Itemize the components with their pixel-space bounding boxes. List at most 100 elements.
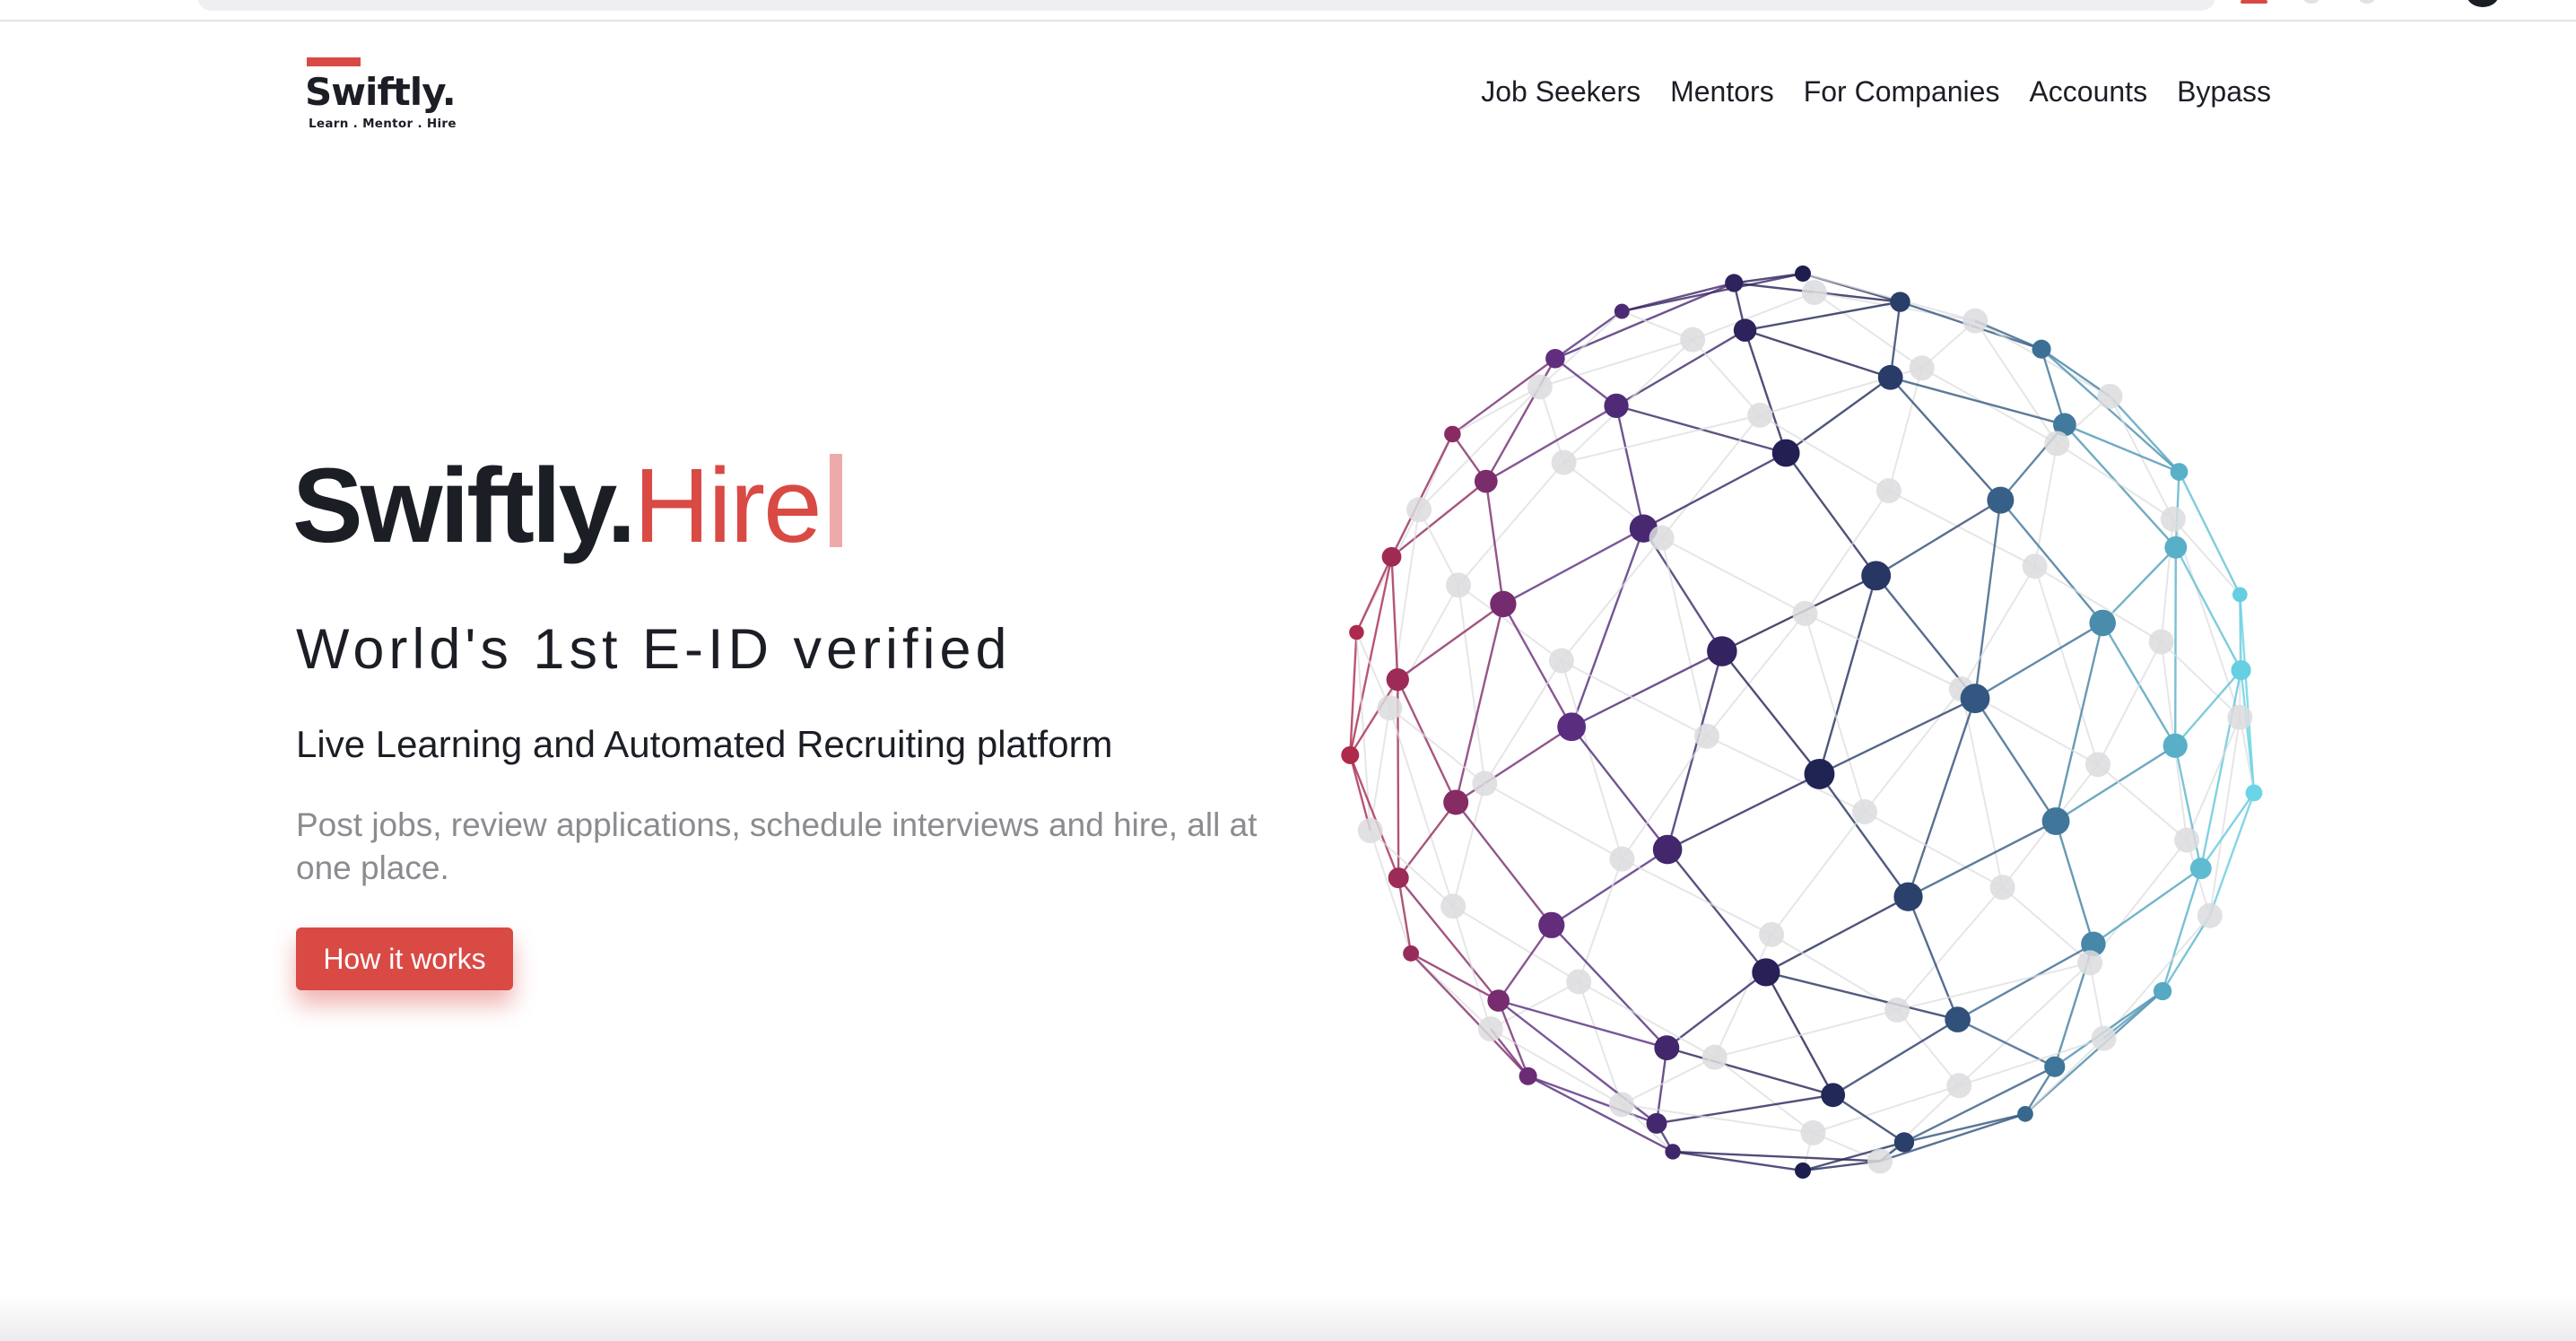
network-node [1890, 292, 1910, 312]
network-node [1386, 667, 1409, 692]
network-link [1864, 688, 1962, 813]
network-link [1498, 999, 1667, 1049]
network-node [1707, 636, 1737, 666]
network-link [1745, 329, 1892, 379]
network-link [2161, 867, 2202, 992]
network-link [1661, 536, 1806, 614]
logo-tagline: Learn . Mentor . Hire [309, 117, 457, 131]
network-link [1455, 801, 1553, 927]
network-node [2231, 660, 2251, 681]
nav-bypass[interactable]: Bypass [2177, 75, 2271, 109]
network-node [1987, 486, 2015, 514]
hero-subtitle: World's 1st E-ID verified [296, 618, 1012, 681]
network-link [1614, 405, 1645, 529]
network-link [1497, 924, 1553, 1002]
network-link [1484, 782, 1623, 860]
network-link [2172, 518, 2241, 596]
logo-wordmark: Swiftly. [305, 70, 457, 114]
network-node [1472, 771, 1498, 797]
network-link [1706, 613, 1806, 737]
network-node [2197, 902, 2223, 928]
network-link [2174, 547, 2178, 746]
network-link [2174, 546, 2242, 671]
network-node [2077, 950, 2103, 976]
network-node [1861, 561, 1892, 591]
network-link [2097, 641, 2163, 765]
network-link [1804, 490, 1890, 614]
network-link [1458, 461, 1565, 587]
network-link [2109, 396, 2180, 473]
network-node [1443, 789, 1469, 815]
network-node [2097, 383, 2123, 409]
network-node [1893, 1132, 1915, 1153]
network-node [1652, 834, 1683, 865]
network-link [1818, 575, 1877, 775]
network-link [1818, 773, 1910, 898]
nav-mentors[interactable]: Mentors [1670, 75, 1774, 109]
network-link [1879, 1084, 1960, 1162]
extension-icon[interactable] [2303, 0, 2319, 4]
network-link [1571, 726, 1669, 850]
nav-job-seekers[interactable]: Job Seekers [1481, 75, 1640, 109]
network-link [1744, 329, 1788, 454]
nav-accounts[interactable]: Accounts [2029, 75, 2147, 109]
network-node [2174, 827, 2200, 853]
network-node [1821, 1083, 1846, 1108]
hero-tagline: Live Learning and Automated Recruiting p… [296, 723, 1113, 765]
network-link [1418, 386, 1541, 510]
network-node [1795, 1162, 1811, 1179]
network-node [1538, 911, 1565, 938]
main-nav: Job Seekers Mentors For Companies Accoun… [1481, 75, 2271, 109]
nav-for-companies[interactable]: For Companies [1804, 75, 2000, 109]
network-link [2024, 990, 2163, 1115]
network-node [1527, 374, 1553, 400]
network-link [1490, 1028, 1623, 1106]
network-link [1390, 480, 1487, 558]
network-node [1477, 1016, 1503, 1042]
network-node [1875, 478, 1902, 504]
network-node [1614, 303, 1630, 319]
network-node [2227, 704, 2253, 730]
network-link [1765, 895, 1910, 974]
address-bar[interactable] [197, 0, 2215, 11]
network-node [2044, 1056, 2066, 1077]
network-link [1667, 772, 1821, 851]
network-node [2170, 463, 2189, 481]
network-node [2044, 431, 2070, 457]
network-node [2091, 1025, 2117, 1051]
profile-avatar-icon[interactable] [2467, 0, 2499, 7]
network-node [1608, 1092, 1634, 1118]
network-node [2160, 506, 2186, 532]
network-link [1974, 319, 2110, 397]
how-it-works-button[interactable]: How it works [296, 927, 513, 990]
network-node [2022, 553, 2048, 579]
network-link [1745, 300, 1901, 332]
network-node [2089, 609, 2116, 637]
network-link [1397, 679, 1458, 803]
extension-icon[interactable] [2359, 0, 2375, 4]
network-node [1341, 745, 1360, 764]
network-node [1548, 648, 1574, 674]
network-link [2097, 763, 2188, 841]
network-link [1539, 310, 1623, 388]
network-node [2245, 784, 2263, 802]
network-node [1801, 280, 1827, 306]
network-link [1921, 367, 2058, 445]
network-link [1561, 537, 1663, 662]
network-node [2032, 339, 2051, 359]
network-link [1802, 273, 1976, 322]
network-node [1519, 1067, 1537, 1085]
section-divider [0, 1296, 2576, 1341]
network-node [1680, 327, 1706, 353]
logo[interactable]: Swiftly. Learn . Mentor . Hire [305, 56, 484, 136]
hero-title: Swiftly.Hire [292, 453, 842, 559]
network-link [1667, 1047, 1833, 1096]
network-link [1458, 585, 1486, 784]
network-link [1713, 934, 1772, 1058]
network-node [1388, 867, 1409, 889]
network-node [1893, 882, 1923, 911]
network-globe-illustration [1341, 266, 2263, 1179]
network-link [2063, 423, 2177, 549]
extension-icon[interactable] [2241, 0, 2267, 4]
network-link [1765, 971, 1958, 1021]
